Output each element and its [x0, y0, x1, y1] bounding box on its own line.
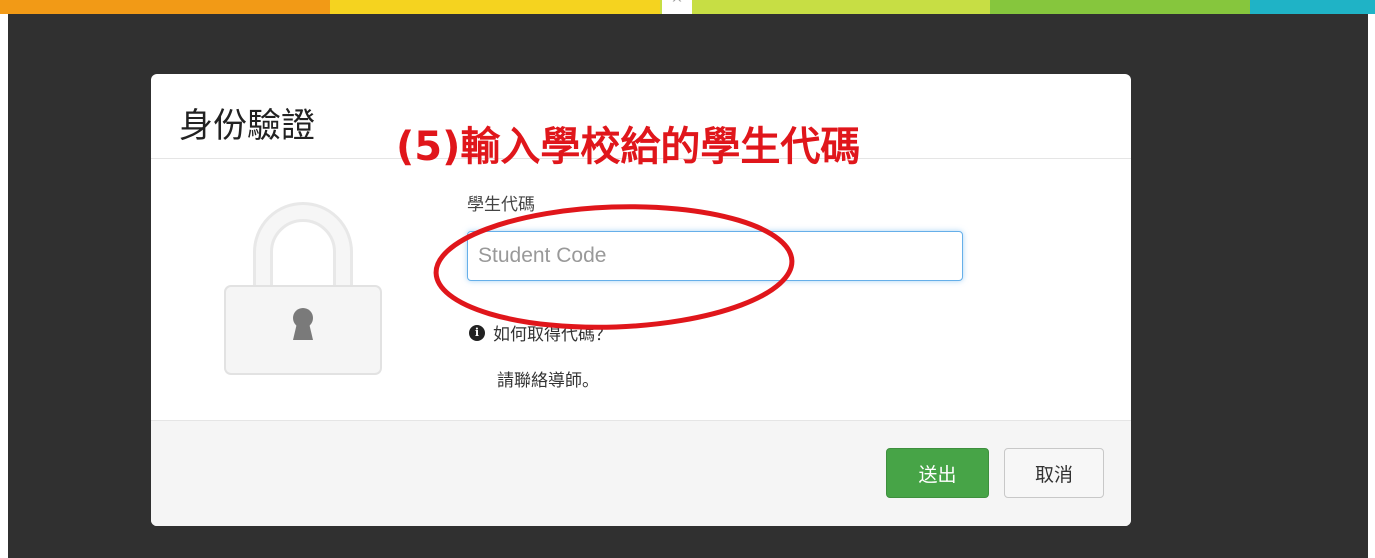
info-icon: i [469, 324, 485, 341]
help-row: i 如何取得代碼？ [469, 320, 612, 345]
dialog-title: 身份驗證 [179, 106, 315, 146]
cancel-button[interactable]: 取消 [1004, 448, 1104, 498]
submit-button[interactable]: 送出 [886, 448, 989, 498]
help-answer-text: 請聯絡導師。 [497, 371, 599, 391]
student-code-input[interactable] [467, 231, 963, 281]
annotation-text: (5)輸入學校給的學生代碼 [396, 124, 861, 170]
student-code-label: 學生代碼 [467, 195, 535, 215]
dialog-footer: 送出 取消 [151, 420, 1131, 526]
lock-icon [224, 202, 382, 375]
collapse-caret-icon[interactable]: ^ [662, 0, 692, 14]
auth-dialog: 身份驗證 (5)輸入學校給的學生代碼 學生代碼 i 如何取得代碼？ 請聯絡導師。… [151, 74, 1131, 526]
how-to-get-code-link[interactable]: 如何取得代碼？ [493, 320, 612, 345]
